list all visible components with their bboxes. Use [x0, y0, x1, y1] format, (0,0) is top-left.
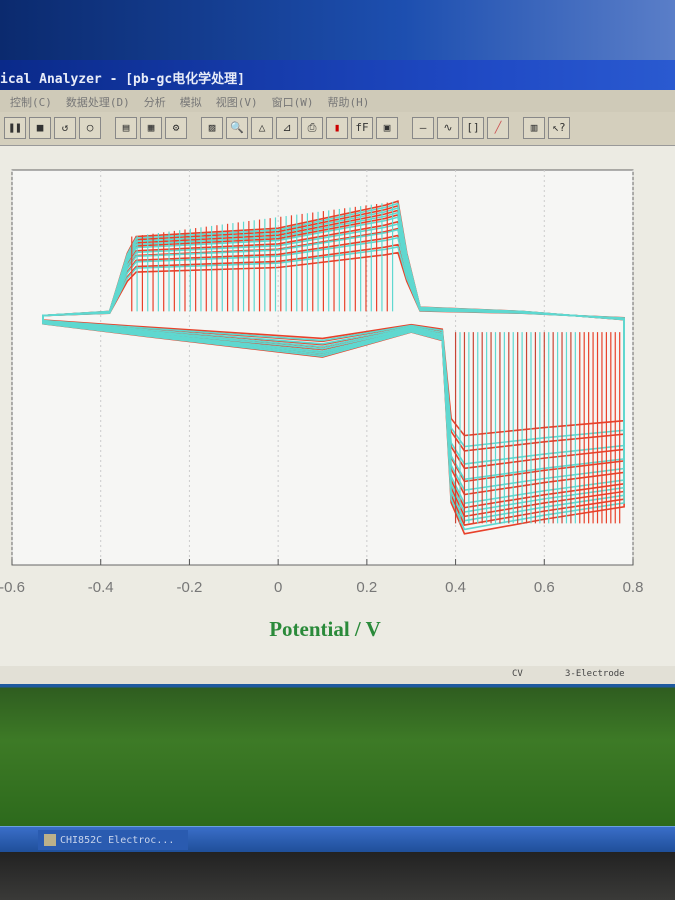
save-icon[interactable]: ▣ [376, 117, 398, 139]
monitor-bezel [0, 0, 675, 60]
status-electrode: 3-Electrode [565, 669, 625, 679]
x-tick-label: -0.2 [176, 579, 202, 596]
help-icon[interactable]: ↖? [548, 117, 570, 139]
wave-icon[interactable]: ∿ [437, 117, 459, 139]
grid-icon[interactable]: ▤ [115, 117, 137, 139]
print-icon[interactable]: ⎙ [301, 117, 323, 139]
graph-icon[interactable]: ▨ [201, 117, 223, 139]
x-tick-label: 0.8 [623, 579, 644, 596]
toolbar: ❚❚ ■ ↺ ○ ▤ ▦ ⚙ ▨ 🔍 △ ⊿ ⎙ ▮ fF ▣ — ∿ [] ╱… [0, 112, 675, 146]
undo-icon[interactable]: ↺ [54, 117, 76, 139]
x-tick-label: 0.6 [534, 579, 555, 596]
taskbar-item[interactable]: CHI852C Electroc... [38, 830, 188, 850]
window-title: ical Analyzer - [pb-gc电化学处理] [0, 60, 675, 90]
zoom-icon[interactable]: 🔍 [226, 117, 248, 139]
slope-icon[interactable]: ╱ [487, 117, 509, 139]
bracket-icon[interactable]: [] [462, 117, 484, 139]
taskbar: CHI852C Electroc... [0, 826, 675, 852]
status-mode: CV [512, 669, 523, 679]
menu-control[interactable]: 控制(C) [10, 94, 52, 109]
circle-icon[interactable]: ○ [79, 117, 101, 139]
monitor-base [0, 852, 675, 900]
table-icon[interactable]: ▦ [140, 117, 162, 139]
menu-simulation[interactable]: 模拟 [180, 94, 202, 109]
font-icon[interactable]: fF [351, 117, 373, 139]
menu-data-processing[interactable]: 数据处理(D) [66, 94, 130, 109]
menu-window[interactable]: 窗口(W) [272, 94, 314, 109]
line-icon[interactable]: — [412, 117, 434, 139]
app-icon [44, 834, 56, 846]
stop-icon[interactable]: ■ [29, 117, 51, 139]
x-tick-label: -0.4 [88, 579, 114, 596]
settings-icon[interactable]: ⚙ [165, 117, 187, 139]
desktop-wallpaper [0, 684, 675, 826]
status-bar: CV 3-Electrode [0, 666, 675, 684]
menu-help[interactable]: 帮助(H) [328, 94, 370, 109]
menu-analysis[interactable]: 分析 [144, 94, 166, 109]
taskbar-item-label: CHI852C Electroc... [60, 834, 175, 846]
x-tick-label: 0 [274, 579, 282, 596]
mark-icon[interactable]: ⊿ [276, 117, 298, 139]
x-axis-label: Potential / V [269, 617, 381, 641]
cv-chart: -0.6 -0.4 -0.2 0 0.2 0.4 0.6 0.8 Potential / V [0, 169, 644, 641]
plot-window: -0.6 -0.4 -0.2 0 0.2 0.4 0.6 0.8 Potential / V [0, 146, 675, 666]
x-tick-label: -0.6 [0, 579, 25, 596]
x-tick-label: 0.4 [445, 579, 466, 596]
menu-bar: 控制(C) 数据处理(D) 分析 模拟 视图(V) 窗口(W) 帮助(H) [0, 90, 675, 112]
peak-icon[interactable]: △ [251, 117, 273, 139]
color-icon[interactable]: ▮ [326, 117, 348, 139]
pause-icon[interactable]: ❚❚ [4, 117, 26, 139]
bars-icon[interactable]: ▥ [523, 117, 545, 139]
menu-view[interactable]: 视图(V) [216, 94, 258, 109]
x-tick-label: 0.2 [356, 579, 377, 596]
